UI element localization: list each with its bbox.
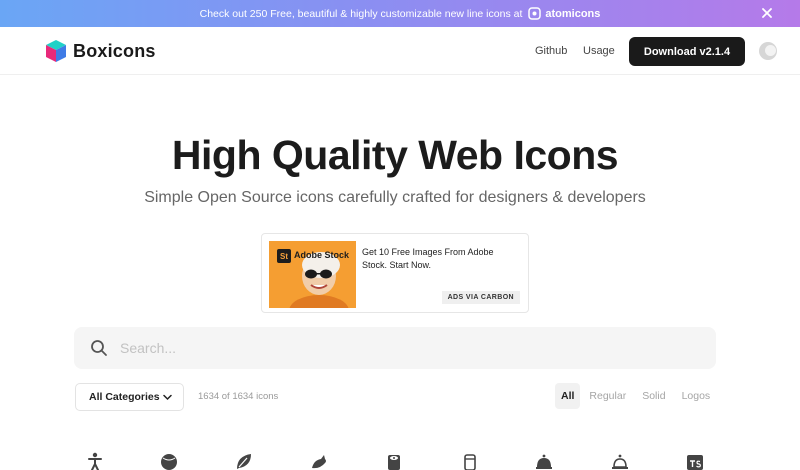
tab-all[interactable]: All (555, 383, 581, 409)
promo-banner: Check out 250 Free, beautiful & highly c… (0, 0, 800, 27)
nav-usage-link[interactable]: Usage (583, 45, 615, 57)
cloche-outline-icon[interactable] (611, 452, 629, 470)
logo[interactable]: Boxicons (45, 39, 156, 63)
category-select[interactable]: All Categories (75, 383, 184, 411)
tab-regular[interactable]: Regular (581, 383, 634, 409)
search-bar (74, 327, 716, 369)
page-subtitle: Simple Open Source icons carefully craft… (144, 189, 646, 206)
atomicons-label: atomicons (545, 7, 601, 20)
icon-count: 1634 of 1634 icons (198, 391, 279, 402)
moon-icon[interactable] (759, 42, 777, 60)
icon-grid (0, 452, 800, 470)
atomicons-link[interactable]: atomicons (528, 7, 600, 20)
style-filter-tabs: All Regular Solid Logos (555, 383, 718, 409)
atomicons-logo-icon (528, 7, 542, 20)
ads-via-carbon-link[interactable]: ADS VIA CARBON (441, 291, 520, 304)
accessibility-icon[interactable] (86, 452, 104, 470)
carbon-ad[interactable]: St Adobe Stock Get 10 Free Images From A… (261, 233, 529, 313)
tab-logos[interactable]: Logos (674, 383, 719, 409)
adobe-stock-label: Adobe Stock (294, 250, 350, 260)
site-header: Boxicons Github Usage Download v2.1.4 (0, 27, 800, 75)
cloche-icon[interactable] (535, 452, 553, 470)
ball-icon[interactable] (160, 452, 178, 470)
promo-text: Check out 250 Free, beautiful & highly c… (199, 7, 523, 20)
tab-solid[interactable]: Solid (634, 383, 673, 409)
typescript-icon[interactable] (686, 452, 704, 470)
chevron-down-icon (163, 394, 172, 401)
ad-text[interactable]: Get 10 Free Images From Adobe Stock. Sta… (362, 246, 512, 272)
search-input[interactable] (120, 338, 700, 358)
adobe-stock-badge: St (277, 249, 291, 263)
logo-text: Boxicons (73, 40, 156, 61)
leaf-icon[interactable] (235, 452, 253, 470)
ad-image[interactable]: St Adobe Stock (269, 241, 356, 308)
download-button[interactable]: Download v2.1.4 (629, 37, 745, 66)
boxicons-logo-icon (46, 40, 66, 62)
beer-can-icon[interactable] (461, 452, 479, 470)
page-title: High Quality Web Icons (171, 132, 619, 178)
category-select-label: All Categories (89, 391, 160, 403)
nav-github-link[interactable]: Github (535, 45, 567, 57)
bird-icon[interactable] (310, 452, 328, 470)
search-icon (91, 340, 107, 356)
toilet-paper-icon[interactable] (385, 452, 403, 470)
close-icon[interactable] (760, 6, 774, 20)
